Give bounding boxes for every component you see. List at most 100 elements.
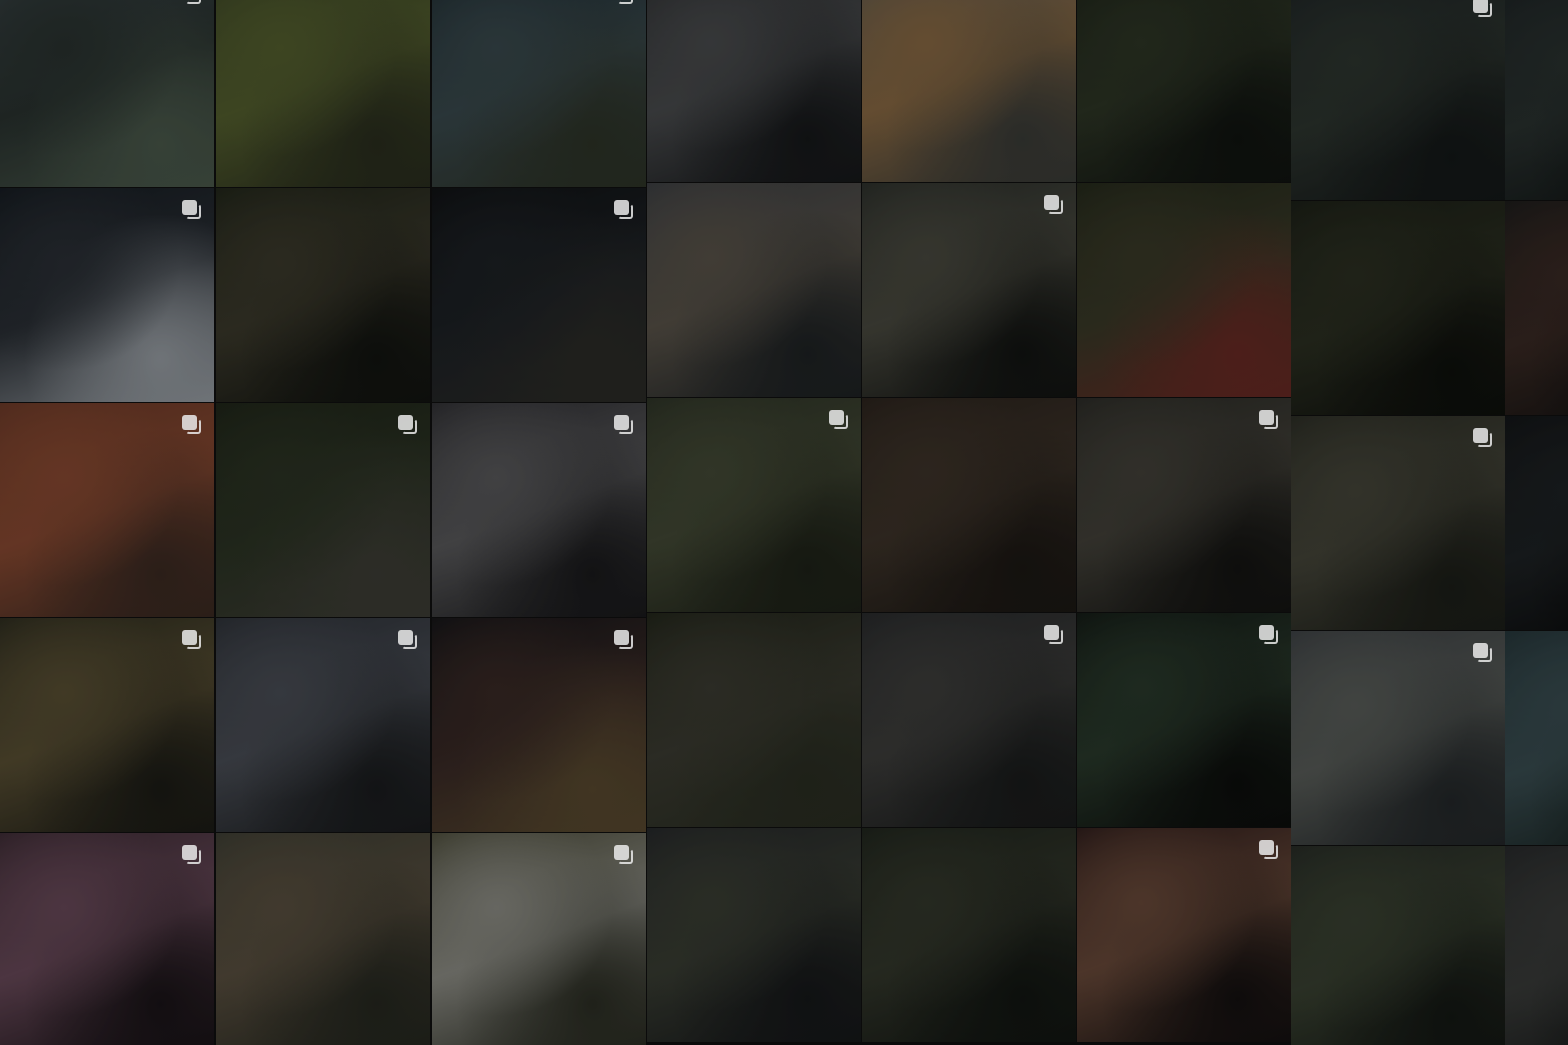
dim-overlay [216,833,430,1045]
dim-overlay [1291,0,1505,200]
dim-overlay [647,398,861,612]
photo-tile-portrait-brick-wall[interactable] [0,403,214,617]
dim-overlay [862,613,1076,827]
photo-tile-wide-waterfall[interactable] [432,833,646,1045]
photo-tile-forest-hiker[interactable] [1291,201,1505,415]
dim-overlay [1077,0,1291,182]
dim-overlay [862,828,1076,1042]
gallery-column [432,0,646,1045]
photo-tile-coastal-cliffs[interactable] [432,0,646,187]
dim-overlay [0,618,214,832]
photo-tile-hillside-town[interactable] [216,833,430,1045]
carousel-icon [1259,410,1279,430]
photo-tile-highway-light-trails[interactable] [432,618,646,832]
dim-overlay [1291,201,1505,415]
photo-tile-mountain-bay[interactable] [1291,0,1505,200]
photo-tile-forest-waterfall[interactable] [216,403,430,617]
photo-tile-canoe-shore[interactable] [1505,201,1568,415]
dim-overlay [432,403,646,617]
carousel-icon [1259,625,1279,645]
photo-tile-portrait-porthole[interactable] [1077,828,1291,1042]
gallery-column [862,0,1076,1043]
photo-tile-rocky-coast[interactable] [0,0,214,187]
carousel-icon [182,0,202,5]
photo-tile-motorcycle-rider-fence[interactable] [647,0,861,182]
photo-tile-jungle-waterfall[interactable] [647,613,861,827]
dim-overlay [0,0,214,187]
carousel-icon [1044,625,1064,645]
dim-overlay [1291,631,1505,845]
carousel-icon [398,415,418,435]
dim-overlay [216,618,430,832]
carousel-icon [1473,428,1493,448]
photo-tile-portrait-forest[interactable] [216,188,430,402]
carousel-icon [182,415,202,435]
photo-tile-pagoda-pavilion[interactable] [862,0,1076,182]
photo-tile-mossy-waterfall[interactable] [1077,0,1291,182]
photo-tile-portrait-leather-jacket[interactable] [1077,398,1291,612]
dim-overlay [216,403,430,617]
dim-overlay [0,188,214,402]
dim-overlay [1291,846,1505,1045]
carousel-icon [829,410,849,430]
dim-overlay [432,618,646,832]
photo-tile-motorcycle-rider[interactable] [216,618,430,832]
carousel-icon [1259,840,1279,860]
photo-tile-mountain-trail[interactable] [647,828,861,1042]
carousel-icon [614,415,634,435]
photo-tile-mountain-ridge[interactable] [1505,0,1568,200]
dim-overlay [216,188,430,402]
photo-tile-red-train-forest[interactable] [1077,183,1291,397]
dim-overlay [1291,416,1505,630]
photo-tile-tall-forest[interactable] [862,398,1076,612]
photo-tile-shore-rocks[interactable] [1505,846,1568,1045]
dim-overlay [647,828,861,1042]
photo-tile-woman-with-camera[interactable] [432,403,646,617]
dim-overlay [862,183,1076,397]
carousel-icon [614,845,634,865]
carousel-icon [182,630,202,650]
dim-overlay [1077,398,1291,612]
dim-overlay [1505,201,1568,415]
photo-tile-mountain-road[interactable] [216,0,430,187]
dim-overlay [647,613,861,827]
photo-tile-sunset-sea-rocks[interactable] [647,183,861,397]
photo-tile-city-airplane[interactable] [862,613,1076,827]
carousel-icon [1473,643,1493,663]
dim-overlay [432,188,646,402]
photo-tile-night-balcony[interactable] [1077,613,1291,827]
photo-tile-dark-cave[interactable] [1505,416,1568,630]
dim-overlay [862,398,1076,612]
dim-overlay [432,0,646,187]
gallery-column [0,0,214,1045]
photo-tile-portrait-cherry-blossom[interactable] [0,833,214,1045]
photo-tile-waterfall-rocks[interactable] [0,618,214,832]
photo-wall [0,0,1568,1045]
gallery-column [1505,0,1568,1045]
photo-tile-couple-kiss[interactable] [862,183,1076,397]
carousel-icon [614,630,634,650]
photo-tile-parked-car-night[interactable] [0,188,214,402]
photo-tile-night-walkway[interactable] [432,188,646,402]
dim-overlay [1505,631,1568,845]
carousel-icon [182,845,202,865]
dim-overlay [1505,0,1568,200]
carousel-icon [398,630,418,650]
dim-overlay [647,0,861,182]
dim-overlay [1505,846,1568,1045]
photo-tile-tea-plantation[interactable] [647,398,861,612]
gallery-column [1077,0,1291,1043]
photo-tile-coastal-village[interactable] [1505,631,1568,845]
photo-tile-rocky-shore-goats[interactable] [1291,416,1505,630]
dim-overlay [862,0,1076,182]
photo-tile-green-cliffs[interactable] [1291,846,1505,1045]
photo-tile-winding-road-valley[interactable] [862,828,1076,1042]
dim-overlay [1077,183,1291,397]
carousel-icon [1473,0,1493,18]
dim-overlay [1077,613,1291,827]
gallery-column [1291,0,1505,1045]
gallery-column [216,0,430,1045]
photo-tile-sea-stack-flowers[interactable] [1291,631,1505,845]
carousel-icon [182,200,202,220]
carousel-icon [614,0,634,5]
